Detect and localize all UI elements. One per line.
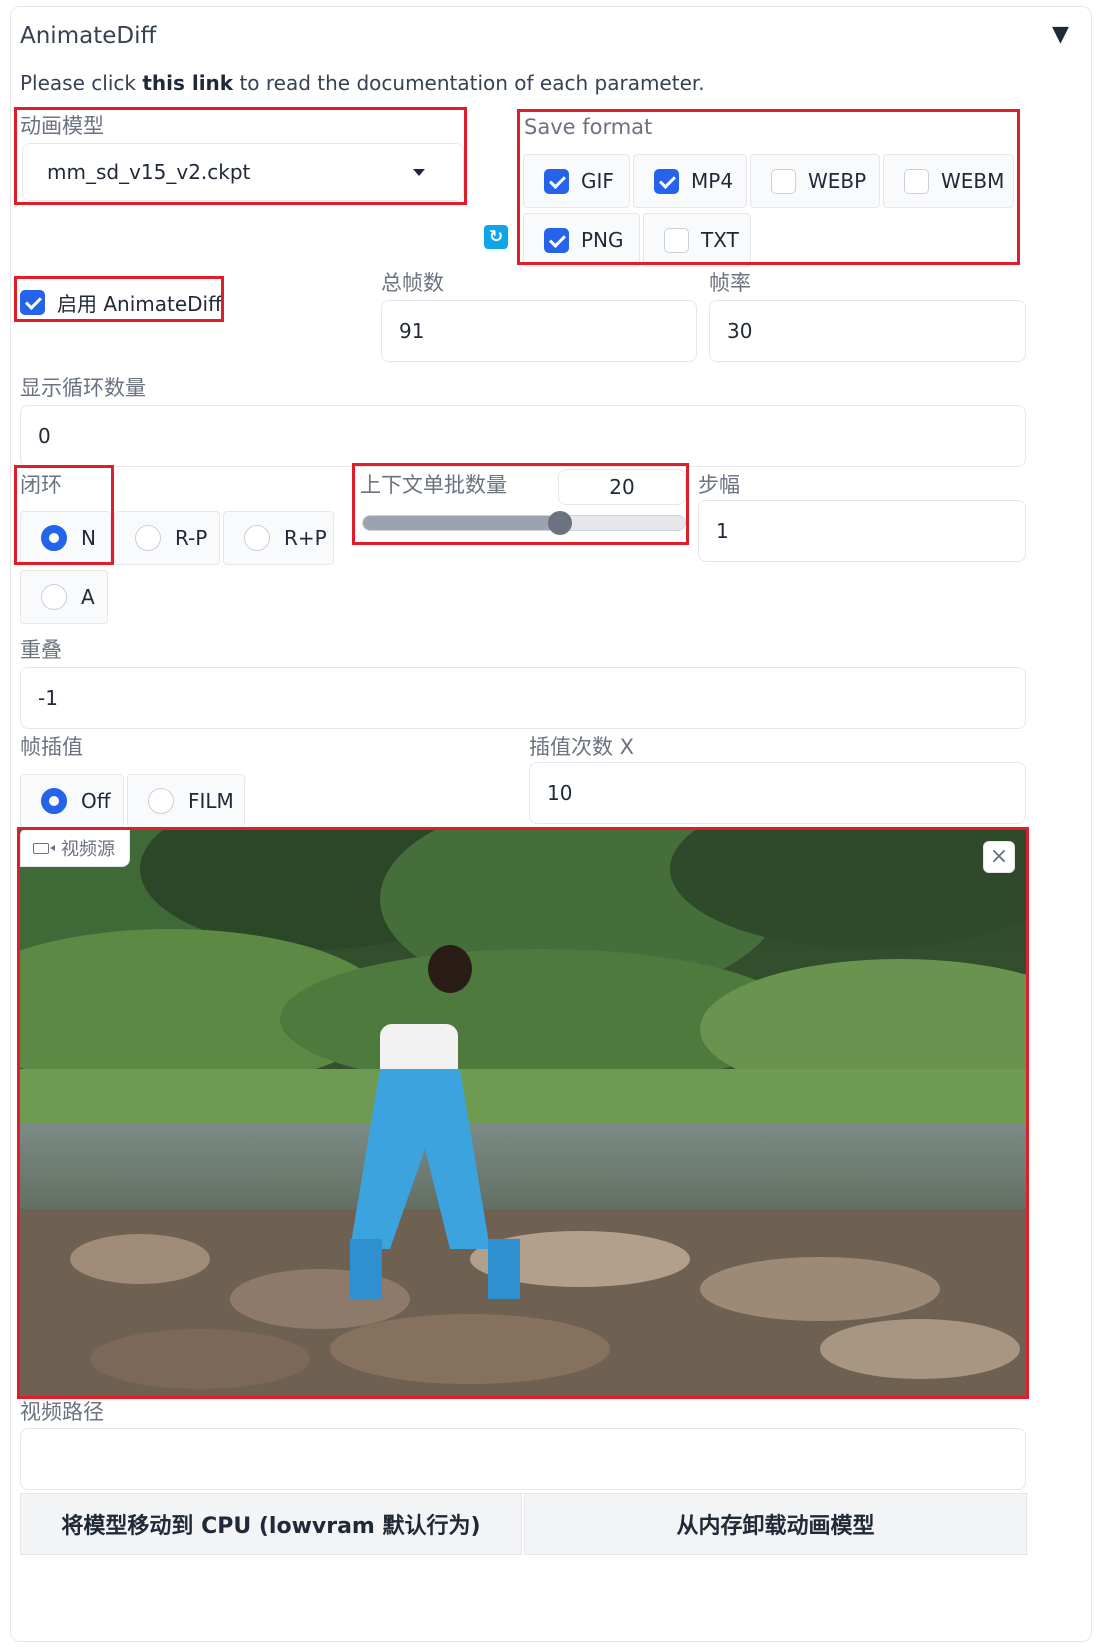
radio-icon (41, 584, 67, 610)
slider-handle[interactable] (547, 511, 572, 535)
loop-count-label: 显示循环数量 (20, 376, 146, 400)
overlap-input[interactable]: -1 (20, 667, 1026, 729)
closed-loop-n[interactable]: N (20, 511, 111, 565)
river-scene-image (20, 829, 1027, 1396)
video-preview[interactable] (20, 829, 1027, 1396)
save-format-webp[interactable]: WEBP (750, 154, 880, 208)
interp-film[interactable]: FILM (127, 774, 245, 828)
checkbox-icon (664, 227, 689, 253)
chevron-down-icon (413, 169, 425, 176)
collapse-icon[interactable]: ▼ (1052, 24, 1069, 46)
checkbox-icon (771, 168, 796, 194)
motion-model-label: 动画模型 (20, 114, 104, 138)
doc-text: Please click this link to read the docum… (20, 71, 705, 95)
radio-icon (135, 525, 161, 551)
motion-model-dropdown[interactable]: mm_sd_v15_v2.ckpt (22, 143, 464, 201)
save-format-mp4[interactable]: MP4 (633, 154, 747, 208)
frame-interp-label: 帧插值 (20, 735, 83, 759)
panel-title: AnimateDiff (20, 23, 157, 49)
slider-fill (363, 516, 561, 530)
radio-selected-icon (41, 788, 67, 814)
loop-count-input[interactable]: 0 (20, 405, 1026, 467)
closed-loop-a[interactable]: A (20, 570, 108, 624)
save-format-gif[interactable]: GIF (523, 154, 630, 208)
fps-input[interactable]: 30 (709, 300, 1026, 362)
interp-x-input[interactable]: 10 (529, 762, 1026, 824)
checkbox-checked-icon (544, 168, 569, 194)
radio-selected-icon (41, 525, 67, 551)
context-batch-slider[interactable] (362, 515, 686, 531)
video-path-input[interactable] (20, 1428, 1026, 1490)
enable-animatediff-checkbox[interactable]: 启用 AnimateDiff (20, 288, 222, 317)
save-format-label: Save format (524, 115, 653, 139)
checkbox-checked-icon (20, 290, 45, 315)
interp-x-label: 插值次数 X (529, 735, 635, 759)
save-format-png[interactable]: PNG (523, 213, 640, 267)
fps-label: 帧率 (709, 271, 751, 295)
checkbox-icon (904, 168, 929, 194)
radio-icon (244, 525, 270, 551)
interp-off[interactable]: Off (20, 774, 124, 828)
closed-loop-r-p[interactable]: R-P (114, 511, 220, 565)
save-format-txt[interactable]: TXT (643, 213, 751, 267)
checkbox-checked-icon (544, 227, 569, 253)
overlap-label: 重叠 (20, 638, 62, 662)
closed-loop-label: 闭环 (20, 473, 62, 497)
radio-icon (148, 788, 174, 814)
video-source-tag: 视频源 (20, 829, 130, 867)
move-to-cpu-button[interactable]: 将模型移动到 CPU (lowvram 默认行为) (20, 1493, 522, 1555)
context-batch-input[interactable]: 20 (558, 469, 686, 505)
total-frames-input[interactable]: 91 (381, 300, 697, 362)
total-frames-label: 总帧数 (381, 271, 444, 295)
video-path-label: 视频路径 (20, 1400, 104, 1424)
stride-label: 步幅 (698, 473, 740, 497)
motion-model-value: mm_sd_v15_v2.ckpt (47, 160, 251, 184)
unload-model-button[interactable]: 从内存卸载动画模型 (524, 1493, 1027, 1555)
video-camera-icon (33, 842, 55, 854)
closed-loop-r-plus-p[interactable]: R+P (223, 511, 334, 565)
save-format-webm[interactable]: WEBM (883, 154, 1014, 208)
context-batch-label: 上下文单批数量 (360, 473, 507, 497)
doc-link[interactable]: this link (142, 71, 233, 95)
close-icon[interactable]: × (983, 841, 1015, 873)
stride-input[interactable]: 1 (698, 500, 1026, 562)
checkbox-checked-icon (654, 168, 679, 194)
refresh-icon[interactable]: ↻ (484, 225, 508, 249)
